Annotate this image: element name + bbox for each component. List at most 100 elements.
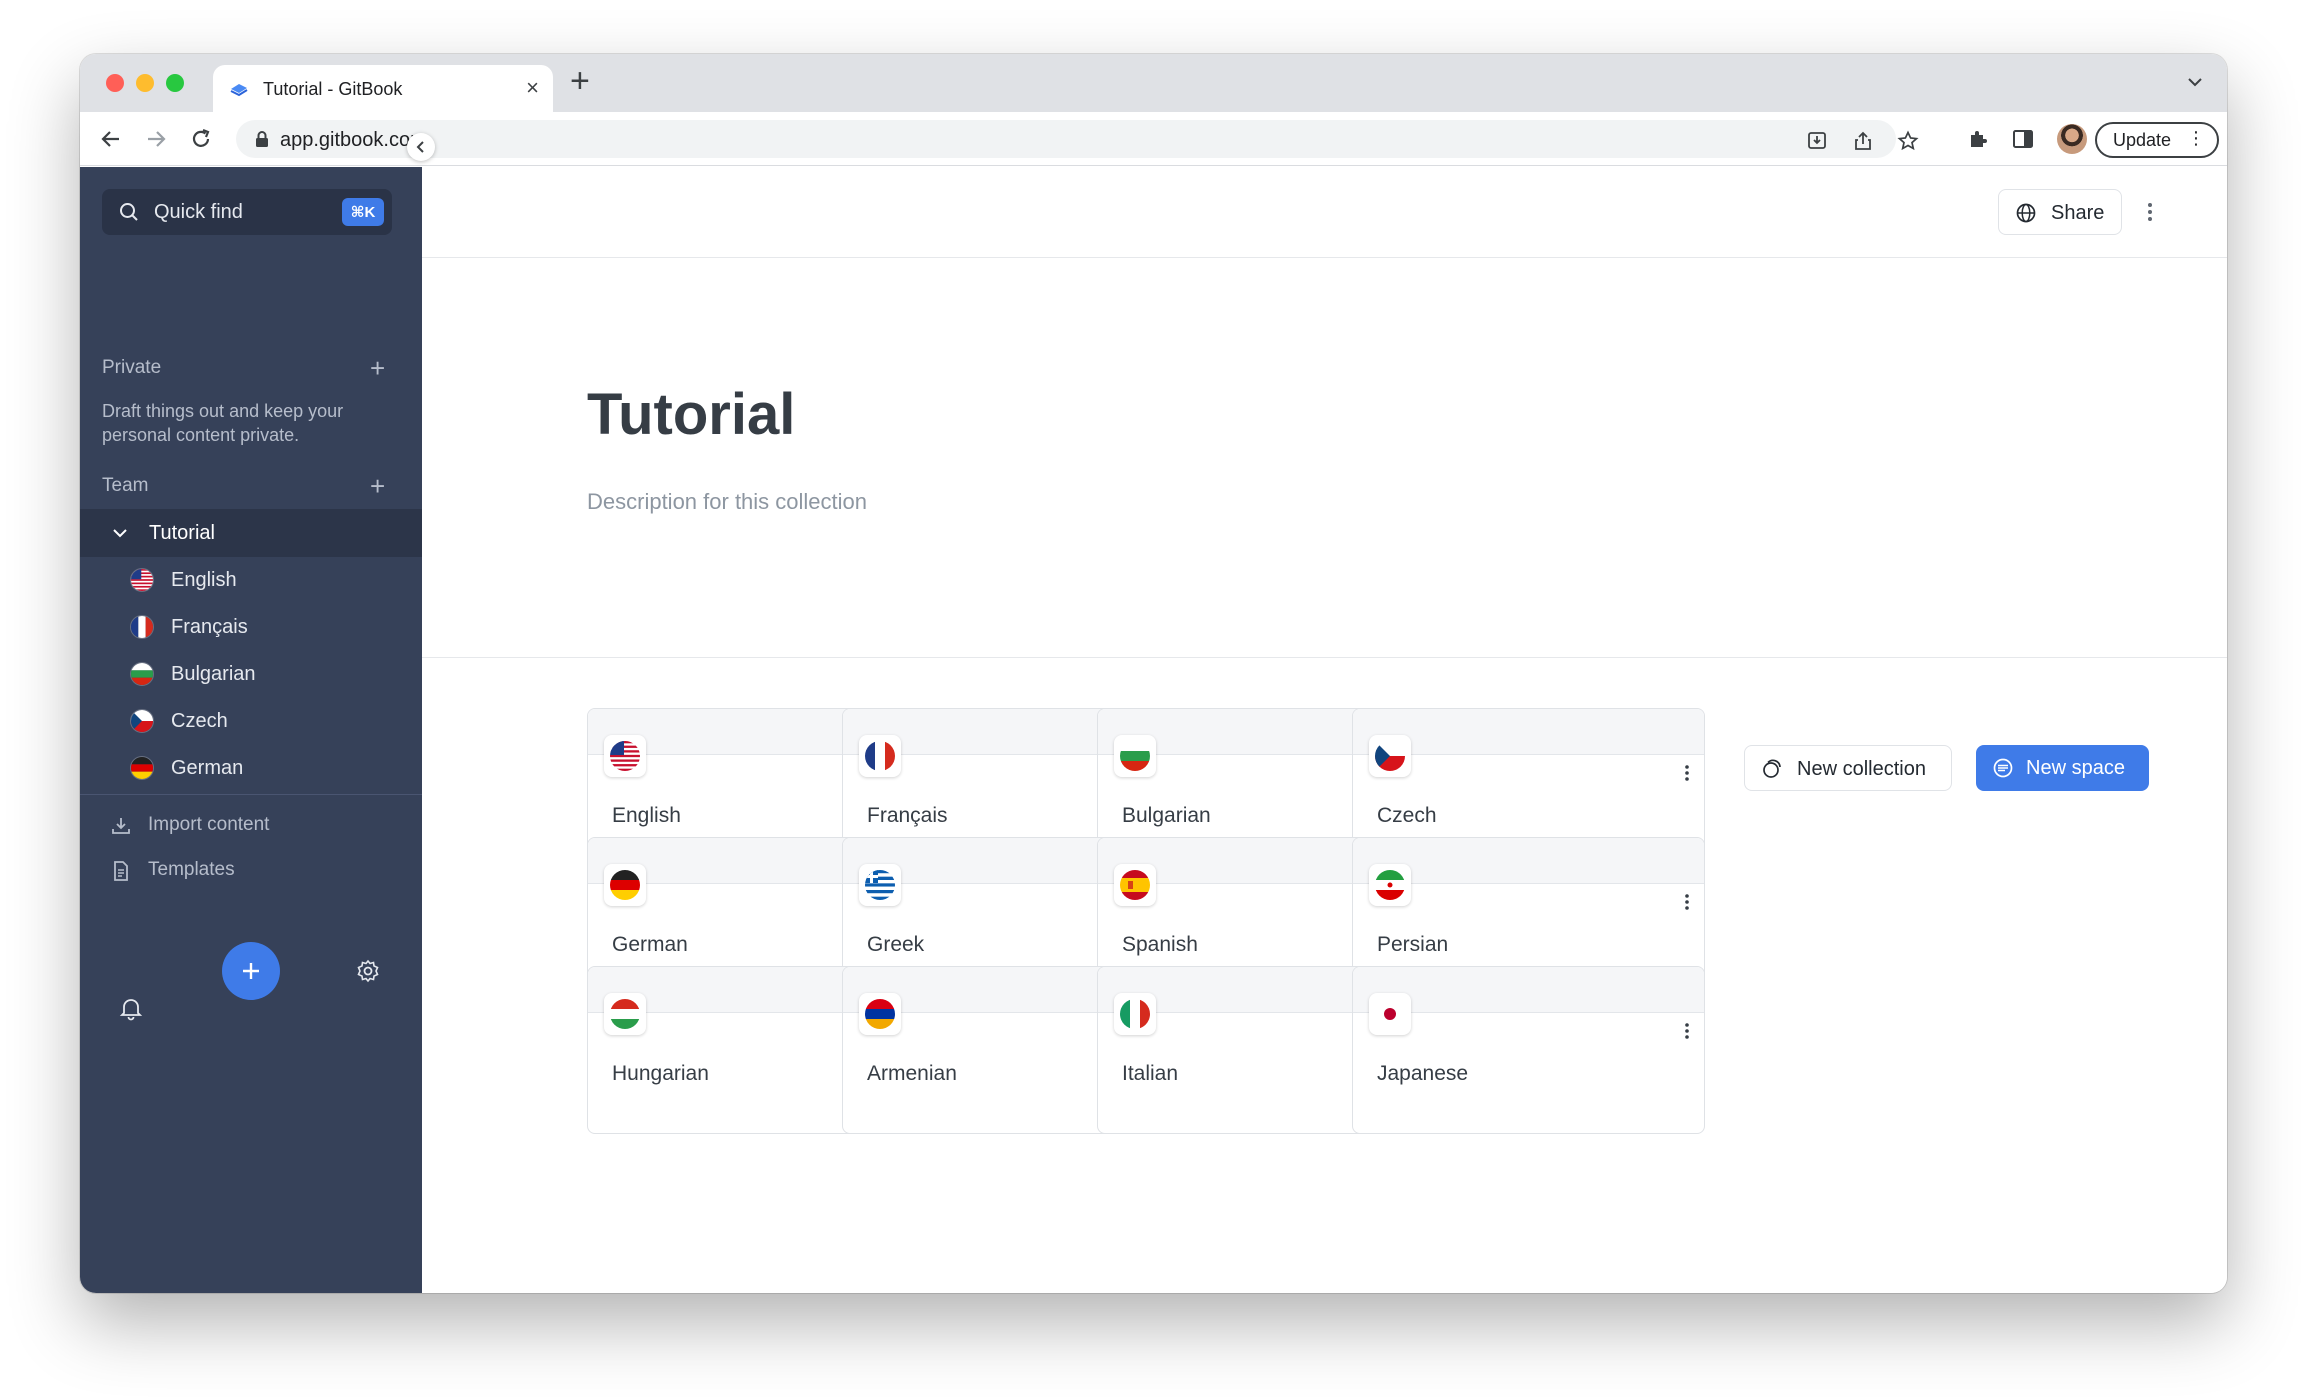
chevron-down-icon[interactable]	[110, 523, 130, 543]
card-emoji	[859, 735, 901, 777]
plus-icon	[243, 963, 259, 979]
add-team-icon[interactable]: +	[370, 473, 385, 499]
card-emoji	[604, 864, 646, 906]
card-emoji	[604, 993, 646, 1035]
profile-avatar[interactable]	[2057, 124, 2087, 154]
new-space-button[interactable]: New space	[1976, 745, 2149, 791]
flag-jp-icon	[1375, 999, 1405, 1029]
browser-tab[interactable]: Tutorial - GitBook ×	[213, 65, 553, 112]
kebab-menu-icon	[2148, 203, 2152, 221]
card-emoji	[1114, 735, 1156, 777]
document-icon	[114, 861, 128, 881]
shortcut-badge: ⌘K	[342, 198, 384, 226]
reload-icon[interactable]	[188, 126, 214, 152]
card-title: Italian	[1122, 1062, 1179, 1085]
download-icon	[112, 818, 130, 834]
new-space-label: New space	[2026, 757, 2125, 779]
bell-icon[interactable]	[118, 995, 144, 1021]
forward-arrow-icon[interactable]	[143, 126, 169, 152]
back-arrow-icon[interactable]	[98, 126, 124, 152]
new-collection-label: New collection	[1797, 758, 1926, 780]
minimize-window-button[interactable]	[136, 74, 154, 92]
main-content: Share Tutorial Description for this coll…	[422, 167, 2227, 1293]
share-page-icon[interactable]	[1852, 130, 1874, 152]
card-title: English	[612, 804, 681, 827]
sidebar-item-label: Français	[171, 616, 248, 638]
maximize-window-button[interactable]	[166, 74, 184, 92]
card-title: Armenian	[867, 1062, 957, 1085]
sidebar-item-tutorial[interactable]: Tutorial	[80, 509, 422, 557]
flag-cz-icon	[130, 709, 154, 733]
templates-button[interactable]: Templates	[80, 848, 422, 892]
private-section-title: Private	[102, 357, 162, 378]
flag-us-icon	[130, 568, 154, 592]
space-card[interactable]: Japanese	[1352, 966, 1705, 1134]
tab-close-icon[interactable]: ×	[526, 75, 539, 101]
lock-icon	[256, 131, 268, 147]
add-private-icon[interactable]: +	[370, 355, 385, 381]
new-tab-button[interactable]: +	[570, 64, 590, 98]
kebab-menu-icon: ⋮	[2187, 128, 2205, 148]
chevron-down-icon[interactable]	[2185, 72, 2205, 92]
address-bar[interactable]: app.gitbook.com	[236, 120, 1919, 158]
update-label: Update	[2113, 129, 2172, 150]
browser-window: Tutorial - GitBook × + app.gitbook.com U…	[80, 54, 2227, 1293]
share-label: Share	[2051, 202, 2105, 224]
bookmark-star-icon[interactable]	[1897, 130, 1919, 152]
kebab-menu-icon[interactable]	[1684, 892, 1690, 912]
kebab-menu-icon[interactable]	[1684, 1021, 1690, 1041]
flag-ir-icon	[1375, 870, 1405, 900]
card-emoji	[1114, 993, 1156, 1035]
sidebar-item-czech[interactable]: Czech	[80, 698, 422, 745]
hero-divider	[422, 657, 2227, 658]
flag-fr-icon	[865, 741, 895, 771]
flag-de-icon	[610, 870, 640, 900]
close-window-button[interactable]	[106, 74, 124, 92]
space-icon	[1993, 758, 2013, 778]
templates-label: Templates	[148, 859, 235, 880]
tab-strip: Tutorial - GitBook × +	[80, 54, 2227, 112]
create-new-button[interactable]	[222, 942, 280, 1000]
gitbook-favicon-icon	[230, 84, 248, 97]
card-emoji	[859, 993, 901, 1035]
card-title: Hungarian	[612, 1062, 709, 1085]
flag-de-icon	[130, 756, 154, 780]
collapse-sidebar-button[interactable]	[407, 133, 435, 161]
install-app-icon[interactable]	[1806, 130, 1828, 152]
card-title: Bulgarian	[1122, 804, 1211, 827]
card-title: Français	[867, 804, 948, 827]
flag-cz-icon	[1375, 741, 1405, 771]
team-section-title: Team	[102, 475, 149, 496]
side-panel-icon[interactable]	[2010, 126, 2036, 152]
main-header: Share	[422, 167, 2227, 258]
card-title: German	[612, 933, 688, 956]
sidebar-item-français[interactable]: Français	[80, 604, 422, 651]
sidebar-item-english[interactable]: English	[80, 557, 422, 604]
new-collection-button[interactable]: New collection	[1744, 745, 1952, 791]
card-title: Czech	[1377, 804, 1437, 827]
sidebar: Quick find ⌘K Private + Draft things out…	[80, 167, 422, 1293]
collection-description[interactable]: Description for this collection	[587, 489, 867, 515]
import-content-button[interactable]: Import content	[80, 803, 422, 847]
kebab-menu-icon[interactable]	[1684, 763, 1690, 783]
flag-fr-icon	[130, 615, 154, 639]
update-button[interactable]: Update ⋮	[2095, 122, 2219, 158]
import-content-label: Import content	[148, 814, 270, 835]
sidebar-item-german[interactable]: German	[80, 745, 422, 792]
sidebar-item-label: German	[171, 757, 244, 779]
quick-find-label: Quick find	[154, 201, 243, 223]
flag-am-icon	[865, 999, 895, 1029]
extensions-puzzle-icon[interactable]	[1966, 126, 1992, 152]
card-emoji	[1369, 993, 1411, 1035]
sidebar-item-label: Czech	[171, 710, 228, 732]
quick-find-button[interactable]: Quick find ⌘K	[102, 189, 392, 235]
sidebar-item-label: English	[171, 569, 237, 591]
card-emoji	[1369, 864, 1411, 906]
card-emoji	[859, 864, 901, 906]
card-title: Persian	[1377, 933, 1449, 956]
gear-icon[interactable]	[355, 958, 381, 984]
sidebar-item-bulgarian[interactable]: Bulgarian	[80, 651, 422, 698]
private-description: Draft things out and keep your personal …	[102, 401, 344, 445]
share-button[interactable]: Share	[1998, 189, 2122, 235]
more-options-button[interactable]	[2135, 197, 2165, 227]
